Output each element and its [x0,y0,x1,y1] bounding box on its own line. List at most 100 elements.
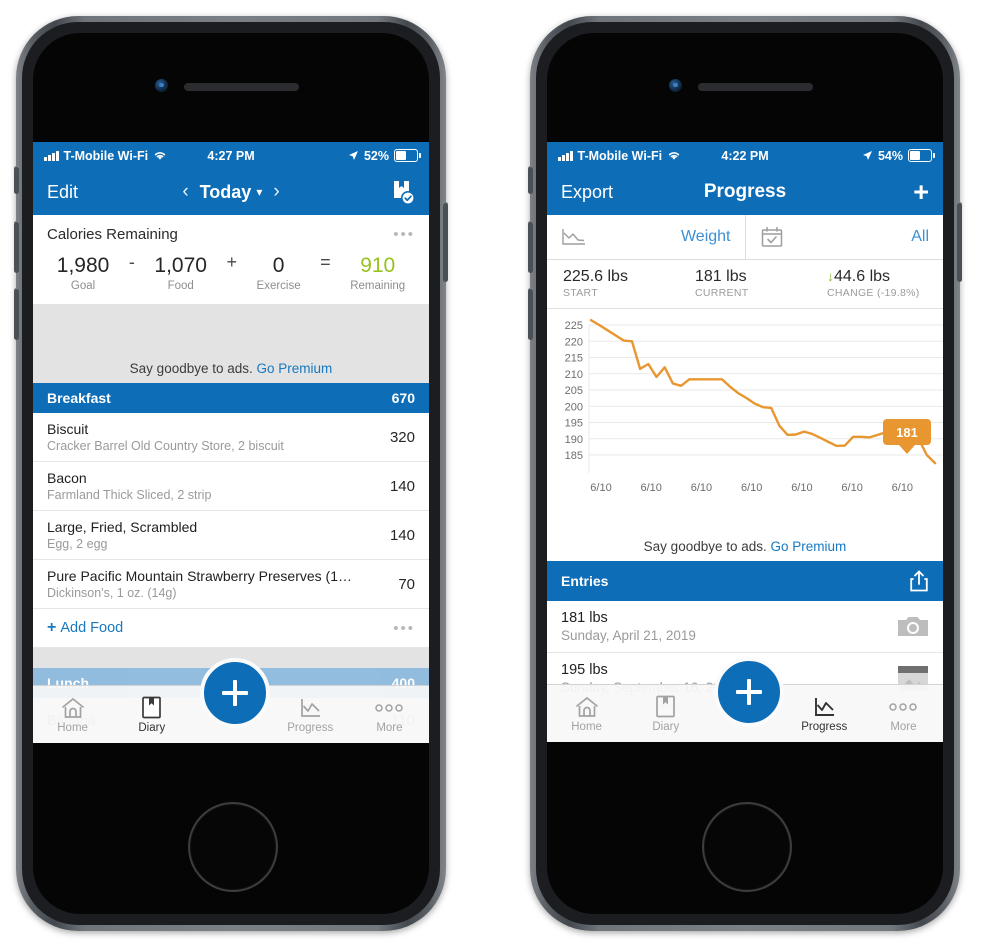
filter-metric-value: Weight [680,228,731,245]
plus-icon [222,680,248,706]
phone-bezel: T-Mobile Wi-Fi 4:22 PM 54% Export Progre… [536,22,954,925]
tab-more[interactable]: More [350,696,429,734]
tab-diary[interactable]: Diary [112,696,191,734]
tab-home[interactable]: Home [547,695,626,733]
table-row[interactable]: Large, Fried, Scrambled Egg, 2 egg 140 [33,511,429,560]
power-button[interactable] [957,202,962,282]
mute-switch[interactable] [528,166,533,194]
operator-plus: + [226,252,237,272]
battery-icon [908,149,935,162]
next-day-button[interactable]: › [273,181,279,203]
add-entry-fab[interactable] [714,657,784,727]
date-title[interactable]: Today [200,182,252,203]
prev-day-button[interactable]: ‹ [182,181,188,203]
power-button[interactable] [443,202,448,282]
svg-text:6/10: 6/10 [691,482,712,493]
down-arrow-icon: ↓ [827,268,834,284]
food-calories: 140 [389,477,415,495]
ad-banner[interactable]: Say goodbye to ads. Go Premium [33,304,429,383]
diary-check-icon[interactable] [391,180,415,205]
volume-up-button[interactable] [14,221,19,273]
tab-progress[interactable]: Progress [785,695,864,733]
svg-text:195: 195 [565,418,583,430]
tab-label: Diary [138,721,166,734]
tab-label: More [376,721,403,734]
progress-chart-icon [785,695,864,719]
food-calories: 70 [398,575,415,593]
food-calories: 140 [389,526,415,544]
tab-label: Home [57,721,88,734]
goal-value: 1,980 [56,253,110,277]
tab-diary[interactable]: Diary [626,695,705,733]
tab-progress[interactable]: Progress [271,696,350,734]
stat-start: 225.6 lbs START [547,268,679,299]
svg-text:190: 190 [565,434,583,446]
progress-chart-icon [271,696,350,720]
chevron-down-icon[interactable]: ▾ [256,185,262,199]
export-button[interactable]: Export [561,182,613,203]
more-dots-icon [864,695,943,719]
volume-down-button[interactable] [528,288,533,340]
goal-stat: 1,980 Goal [57,254,110,292]
earpiece-speaker [184,83,299,91]
meal-header-breakfast[interactable]: Breakfast 670 [33,383,429,413]
earpiece-speaker [698,83,813,91]
tab-home[interactable]: Home [33,696,112,734]
camera-icon[interactable] [897,614,929,639]
mute-switch[interactable] [14,166,19,194]
tab-more[interactable]: More [864,695,943,733]
food-value: 1,070 [154,253,207,277]
filter-range-value: All [911,228,929,245]
list-item[interactable]: 181 lbs Sunday, April 21, 2019 [547,601,943,653]
nav-bar: Edit ‹ Today ▾ › [33,169,429,215]
more-dots-icon [350,696,429,720]
ad-text: Say goodbye to ads. [643,539,767,554]
filter-row: Weight All [547,215,943,260]
diary-icon [626,695,705,719]
add-weight-button[interactable]: + [913,178,929,206]
table-row[interactable]: Pure Pacific Mountain Strawberry Preserv… [33,560,429,609]
phone-glass: T-Mobile Wi-Fi 4:22 PM 54% Export Progre… [547,33,943,914]
go-premium-link[interactable]: Go Premium [257,361,333,376]
ad-banner[interactable]: Say goodbye to ads. Go Premium [547,498,943,561]
operator-minus: - [128,252,135,272]
add-food-row[interactable]: + Add Food ••• [33,609,429,648]
home-button[interactable] [188,802,278,892]
remaining-value: 910 [360,253,396,277]
svg-text:6/10: 6/10 [841,482,862,493]
home-button[interactable] [702,802,792,892]
entries-title: Entries [561,573,609,589]
calories-card: Calories Remaining ••• 1,980 Goal - 1,07… [33,215,429,304]
food-detail: Egg, 2 egg [47,537,108,551]
volume-up-button[interactable] [528,221,533,273]
stat-value: 44.6 lbs [834,268,891,285]
svg-text:225: 225 [565,320,583,332]
edit-button[interactable]: Edit [47,182,78,203]
goal-label: Goal [70,280,96,292]
entries-header: Entries [547,561,943,601]
remaining-stat: 910 Remaining [350,254,405,292]
go-premium-link[interactable]: Go Premium [771,539,847,554]
wifi-icon [668,152,680,160]
ad-text: Say goodbye to ads. [129,361,253,376]
add-entry-fab[interactable] [200,658,270,728]
stat-value: 181 lbs [695,268,747,285]
more-dots-icon[interactable]: ••• [393,226,415,243]
volume-down-button[interactable] [14,288,19,340]
remaining-label: Remaining [350,280,406,292]
front-camera-icon [155,79,168,92]
battery-percent: 52% [363,148,389,163]
status-bar: T-Mobile Wi-Fi 4:22 PM 54% [547,142,943,169]
weight-chart[interactable]: 225 220 215 210 205 200 195 190 185 6/10 6/10 6/10 6… [547,309,943,498]
stat-label: CURRENT [695,287,749,299]
tab-label: Diary [652,720,680,733]
progress-screen: T-Mobile Wi-Fi 4:22 PM 54% Export Progre… [547,142,943,742]
table-row[interactable]: Biscuit Cracker Barrel Old Country Store… [33,413,429,462]
food-name: Large, Fried, Scrambled [47,519,198,535]
share-upload-icon[interactable] [909,570,929,592]
more-dots-icon[interactable]: ••• [393,620,415,637]
filter-range[interactable]: All [744,215,944,259]
food-name: Pure Pacific Mountain Strawberry Preserv… [47,568,352,584]
table-row[interactable]: Bacon Farmland Thick Sliced, 2 strip 140 [33,462,429,511]
filter-metric[interactable]: Weight [547,215,745,259]
